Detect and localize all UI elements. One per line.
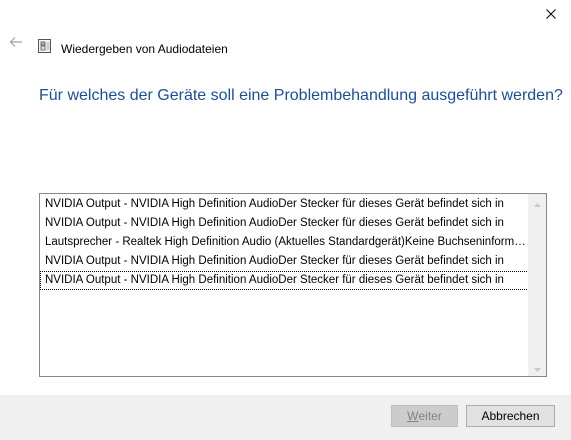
scroll-down-button[interactable] bbox=[529, 359, 546, 376]
audio-troubleshooter-icon bbox=[37, 38, 53, 59]
button-bar: Weiter Abbrechen bbox=[0, 395, 571, 440]
back-arrow-icon bbox=[9, 35, 23, 53]
device-listbox[interactable]: NVIDIA Output - NVIDIA High Definition A… bbox=[39, 193, 547, 377]
scroll-up-button[interactable] bbox=[529, 194, 546, 211]
device-list-item[interactable]: NVIDIA Output - NVIDIA High Definition A… bbox=[40, 214, 529, 233]
scroll-down-arrow-icon bbox=[534, 359, 541, 377]
next-button-accel-label: W bbox=[407, 409, 419, 423]
vertical-scrollbar[interactable] bbox=[528, 194, 546, 376]
device-list-item[interactable]: NVIDIA Output - NVIDIA High Definition A… bbox=[40, 252, 529, 271]
device-list-item[interactable]: NVIDIA Output - NVIDIA High Definition A… bbox=[40, 195, 529, 214]
next-button[interactable]: Weiter bbox=[391, 405, 458, 427]
device-list-item[interactable]: Lautsprecher - Realtek High Definition A… bbox=[40, 233, 529, 252]
cancel-button[interactable]: Abbrechen bbox=[466, 405, 555, 427]
next-button-label: eiter bbox=[418, 409, 442, 423]
close-button[interactable] bbox=[537, 4, 565, 26]
device-list-item[interactable]: NVIDIA Output - NVIDIA High Definition A… bbox=[40, 271, 529, 290]
page-heading: Für welches der Geräte soll eine Problem… bbox=[39, 87, 563, 104]
window-title: Wiedergeben von Audiodateien bbox=[61, 41, 228, 56]
back-button[interactable] bbox=[8, 36, 24, 52]
device-list: NVIDIA Output - NVIDIA High Definition A… bbox=[40, 194, 529, 376]
scroll-up-arrow-icon bbox=[534, 194, 541, 212]
close-icon bbox=[546, 6, 556, 24]
window-title-bar: Wiedergeben von Audiodateien bbox=[37, 38, 228, 59]
